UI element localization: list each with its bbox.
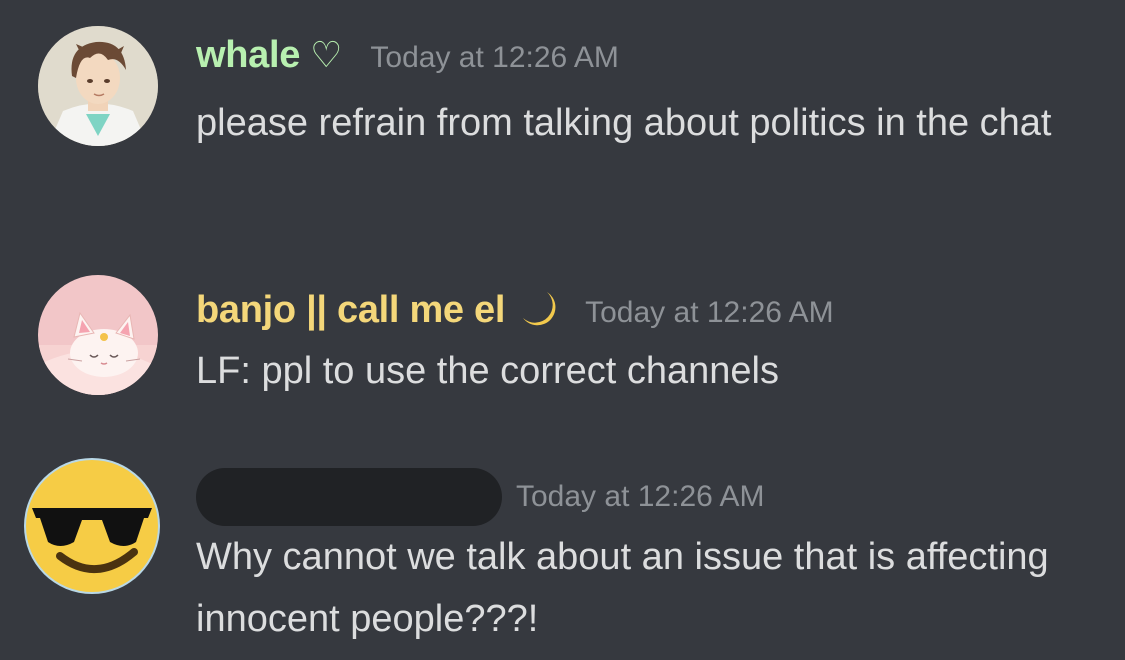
redacted-username bbox=[196, 468, 502, 526]
message-content: Why cannot we talk about an issue that i… bbox=[196, 536, 1049, 640]
timestamp[interactable]: Today at 12:26 AM bbox=[516, 480, 765, 514]
username[interactable]: banjo || call me el bbox=[196, 289, 505, 332]
user-avatar[interactable] bbox=[38, 275, 158, 395]
message-content: please refrain from talking about politi… bbox=[196, 102, 1052, 144]
username[interactable]: whale bbox=[196, 34, 300, 77]
timestamp[interactable]: Today at 12:26 AM bbox=[370, 41, 619, 75]
anime-character-icon bbox=[38, 26, 158, 146]
sunglasses-emoji-icon bbox=[24, 458, 160, 594]
message-content: LF: ppl to use the correct channels bbox=[196, 350, 779, 392]
pink-cat-icon bbox=[38, 275, 158, 395]
crescent-moon-icon bbox=[517, 288, 557, 331]
timestamp[interactable]: Today at 12:26 AM bbox=[585, 296, 834, 330]
heart-icon: ♡ bbox=[310, 34, 343, 75]
user-avatar[interactable] bbox=[38, 26, 158, 146]
user-avatar[interactable] bbox=[24, 458, 160, 594]
